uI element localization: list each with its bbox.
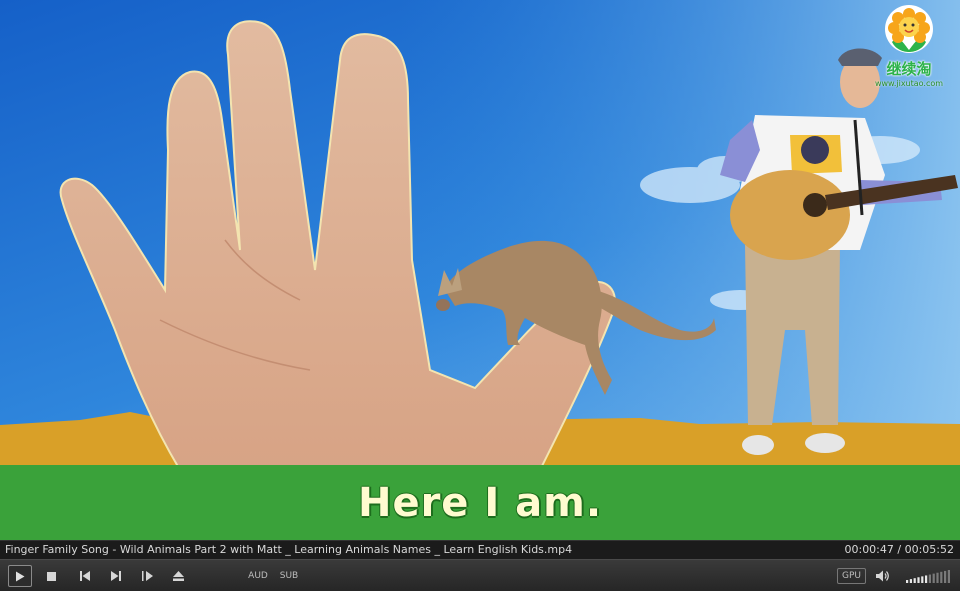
total-time: 00:05:52 xyxy=(904,543,954,556)
play-icon xyxy=(16,571,25,581)
watermark-url: www.jixutao.com xyxy=(874,79,944,88)
sunflower-icon xyxy=(885,5,933,53)
eject-icon xyxy=(172,571,184,581)
volume-bar xyxy=(913,578,916,583)
frame-step-icon xyxy=(141,571,153,581)
volume-bar xyxy=(940,571,943,583)
volume-bar xyxy=(944,570,947,583)
eject-button[interactable] xyxy=(171,566,185,586)
mute-button[interactable] xyxy=(875,566,891,586)
subtitle-track-button[interactable]: SUB xyxy=(279,566,299,586)
video-scene xyxy=(0,0,960,540)
volume-bar xyxy=(932,573,935,583)
audio-track-button[interactable]: AUD xyxy=(248,566,268,586)
control-bar: AUD SUB GPU xyxy=(0,559,960,591)
stop-button[interactable] xyxy=(44,566,58,586)
volume-bar xyxy=(909,579,912,583)
volume-bar xyxy=(936,572,939,583)
frame-step-button[interactable] xyxy=(140,566,154,586)
current-time: 00:00:47 xyxy=(844,543,894,556)
next-button[interactable] xyxy=(109,566,123,586)
volume-bar xyxy=(947,570,950,583)
next-icon xyxy=(111,571,121,581)
volume-bar xyxy=(928,574,931,583)
volume-bar xyxy=(925,575,928,583)
speaker-icon xyxy=(876,570,889,582)
video-frame[interactable]: 继续淘 www.jixutao.com Here I am. xyxy=(0,0,960,540)
play-button[interactable] xyxy=(8,565,32,587)
volume-bar xyxy=(917,577,920,583)
watermark-brand: 继续淘 xyxy=(886,60,932,78)
seek-bar[interactable]: Finger Family Song - Wild Animals Part 2… xyxy=(0,541,573,559)
previous-button[interactable] xyxy=(78,566,92,586)
subtitle-band: Here I am. xyxy=(0,465,960,540)
time-separator: / xyxy=(893,543,905,556)
file-name: Finger Family Song - Wild Animals Part 2… xyxy=(5,543,573,556)
status-bar: Finger Family Song - Wild Animals Part 2… xyxy=(0,540,960,559)
watermark-logo: 继续淘 www.jixutao.com xyxy=(864,4,954,88)
gpu-toggle-button[interactable]: GPU xyxy=(837,568,866,584)
previous-icon xyxy=(80,571,90,581)
volume-bar xyxy=(921,576,924,583)
time-display: 00:00:47 / 00:05:52 xyxy=(844,543,954,556)
volume-bars xyxy=(906,570,950,583)
stop-icon xyxy=(46,571,56,581)
volume-bar xyxy=(906,580,909,583)
media-player: 继续淘 www.jixutao.com Here I am. Finger Fa… xyxy=(0,0,960,591)
volume-slider[interactable] xyxy=(906,566,952,586)
subtitle-text: Here I am. xyxy=(357,479,603,526)
